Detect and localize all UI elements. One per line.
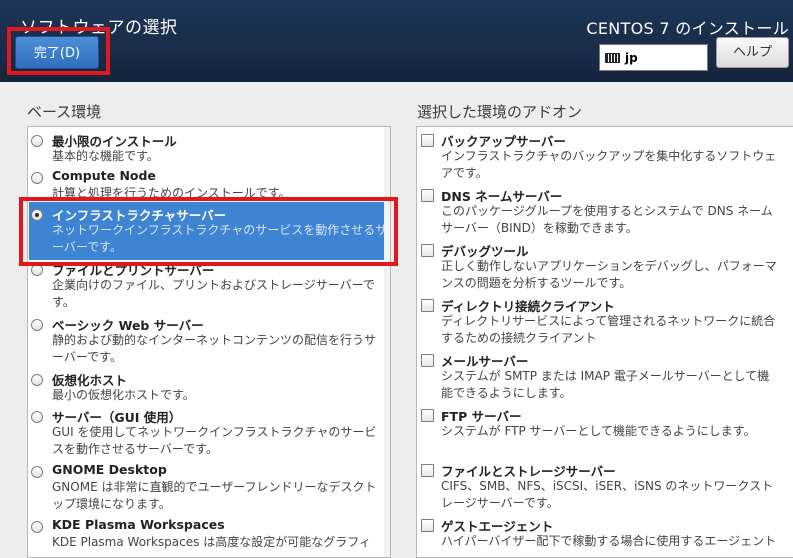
radio-button[interactable] xyxy=(31,411,43,423)
radio-button-selected[interactable] xyxy=(31,209,43,221)
radio-button[interactable] xyxy=(31,172,43,184)
base-env-title: ベース環境 xyxy=(27,103,102,121)
item-desc: 正しく動作しないアプリケーションをデバッグし、パフォーマンスの問題を分析するツー… xyxy=(441,259,777,290)
install-title: CENTOS 7 のインストール xyxy=(586,19,789,38)
item-desc: 企業向けのファイル、プリントおよびストレージサーバーです。 xyxy=(52,278,375,309)
item-desc: 最小の仮想化ホストです。 xyxy=(52,388,195,402)
scrollbar[interactable] xyxy=(384,127,390,557)
help-button[interactable]: ヘルプ xyxy=(716,37,789,68)
item-desc: システムが SMTP または IMAP 電子メールサーバーとして機能できるように… xyxy=(441,369,770,400)
checkbox[interactable] xyxy=(421,244,434,257)
item-desc: 基本的な機能です。 xyxy=(52,149,159,163)
radio-button[interactable] xyxy=(31,521,43,533)
item-desc: システムが FTP サーバーとして機能できるようにします。 xyxy=(441,424,756,438)
radio-button[interactable] xyxy=(31,319,43,331)
item-name: KDE Plasma Workspaces xyxy=(52,517,225,532)
item-desc: ハイパーバイザー配下で稼動する場合に使用するエージェント xyxy=(441,534,777,548)
radio-button[interactable] xyxy=(31,135,43,147)
item-desc: ネットワークインフラストラクチャのサービスを動作させるサーバーです。 xyxy=(52,223,388,254)
base-env-list[interactable]: 最小限のインストール 基本的な機能です。 Compute Node 計算と処理を… xyxy=(27,126,391,558)
item-desc: CIFS、SMB、NFS、iSCSI、iSER、iSNS のネットワークストレー… xyxy=(441,479,774,510)
item-name: GNOME Desktop xyxy=(52,462,167,477)
item-desc: KDE Plasma Workspaces は高度な設定が可能なグラフィ xyxy=(52,535,371,549)
checkbox[interactable] xyxy=(421,464,434,477)
radio-button[interactable] xyxy=(31,466,43,478)
radio-button[interactable] xyxy=(31,264,43,276)
item-desc: インフラストラクチャのバックアップを集中化するソフトウェアです。 xyxy=(441,149,777,180)
checkbox[interactable] xyxy=(421,134,434,147)
keyboard-icon xyxy=(605,52,620,63)
header-bar: ソフトウェアの選択 CENTOS 7 のインストール 完了(D) jp ヘルプ xyxy=(0,0,793,82)
checkbox[interactable] xyxy=(421,299,434,312)
page-title: ソフトウェアの選択 xyxy=(20,18,178,38)
checkbox[interactable] xyxy=(421,189,434,202)
item-desc: GNOME は非常に直観的でユーザーフレンドリーなデスクトップ環境になります。 xyxy=(52,480,377,511)
addons-list[interactable]: バックアップサーバー インフラストラクチャのバックアップを集中化するソフトウェア… xyxy=(416,126,793,558)
keyboard-layout-indicator[interactable]: jp xyxy=(599,44,708,71)
keyboard-layout-label: jp xyxy=(625,50,638,65)
item-desc: 計算と処理を行うためのインストールです。 xyxy=(52,186,291,200)
addons-title: 選択した環境のアドオン xyxy=(417,103,583,121)
done-button[interactable]: 完了(D) xyxy=(15,36,99,69)
item-name: Compute Node xyxy=(52,168,156,183)
checkbox[interactable] xyxy=(421,354,434,367)
item-desc: ディレクトリサービスによって管理されるネットワークに統合するための接続クライアン… xyxy=(441,314,776,345)
item-desc: このパッケージグループを使用するとシステムで DNS ネームサーバー（BIND）… xyxy=(441,204,773,235)
radio-button[interactable] xyxy=(31,374,43,386)
item-desc: 静的および動的なインターネットコンテンツの配信を行うサーバーです。 xyxy=(52,333,377,364)
checkbox[interactable] xyxy=(421,519,434,532)
item-desc: GUI を使用してネットワークインフラストラクチャのサービスを動作させるサーバー… xyxy=(52,425,377,456)
checkbox[interactable] xyxy=(421,409,434,422)
